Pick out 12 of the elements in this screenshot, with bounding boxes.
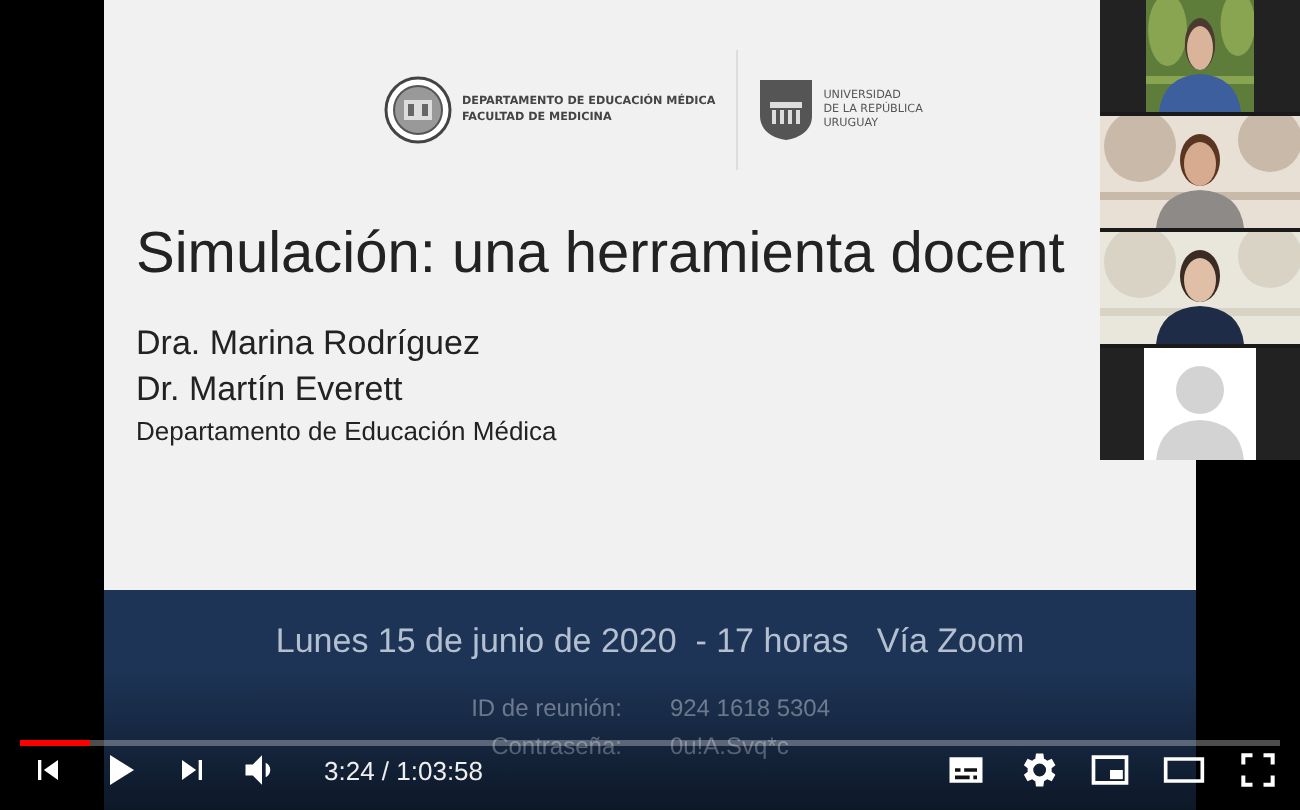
detail-label: ID de reunión:: [469, 694, 624, 724]
time-display: 3:24 / 1:03:58: [324, 755, 484, 785]
detail-value: 924 1618 5304: [669, 694, 831, 724]
fullscreen-button[interactable]: [1236, 748, 1280, 792]
author-name: Dra. Marina Rodríguez: [136, 322, 482, 366]
shield-logo-icon: [757, 78, 814, 142]
event-details: Lunes 15 de junio de 2020 - 17 horas Vía Zoom: [275, 622, 1025, 662]
author-name: Dr. Martín Everett: [136, 368, 405, 412]
department-text: Departamento de Educación Médica: [136, 416, 559, 446]
slide-title: Simulación: una herramienta docent: [136, 220, 1067, 288]
seal-logo-icon: [384, 76, 452, 144]
avatar-placeholder-icon: [1144, 348, 1256, 460]
